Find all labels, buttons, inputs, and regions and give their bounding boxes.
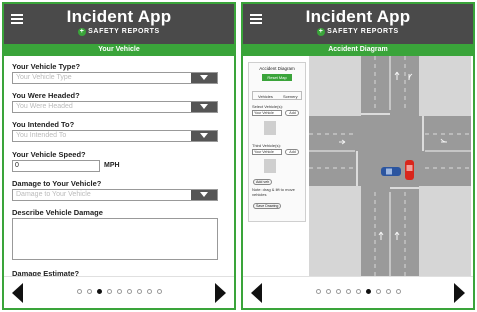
red-vehicle[interactable] (405, 160, 414, 180)
vehicle-thumbnail[interactable] (264, 121, 276, 135)
third-vehicle-label: Third Vehicle(s): (252, 143, 281, 148)
app-title: Incident App (66, 7, 172, 26)
page-dot[interactable] (156, 289, 162, 294)
app-subtitle-text: SAFETY REPORTS (88, 28, 160, 35)
plus-icon: + (317, 28, 326, 36)
tab-vehicles[interactable]: Vehicles (258, 94, 273, 99)
select-vehicle-label: Select Vehicle(s): (252, 104, 283, 109)
headed-label: You Were Headed? (12, 91, 80, 100)
vehicle-type-select[interactable]: Your Vehicle Type (12, 72, 218, 84)
add-veh-button[interactable]: Add veh (253, 179, 273, 185)
app-subtitle-text: SAFETY REPORTS (327, 28, 399, 35)
pager-bar (243, 276, 473, 308)
vehicle-form: Your Vehicle Type? Your Vehicle Type You… (4, 56, 234, 278)
page-dot[interactable] (355, 289, 361, 294)
page-dot[interactable] (96, 289, 102, 294)
vehicle-type-label: Your Vehicle Type? (12, 62, 81, 71)
vehicle-thumbnail[interactable] (264, 159, 276, 173)
damage-placeholder: Damage to Your Vehicle (16, 191, 91, 198)
app-subtitle: + SAFETY REPORTS (4, 28, 234, 36)
page-dot[interactable] (116, 289, 122, 294)
describe-damage-label: Describe Vehicle Damage (12, 208, 103, 217)
page-dot[interactable] (146, 289, 152, 294)
describe-damage-textarea[interactable] (12, 218, 218, 260)
headed-select[interactable]: You Were Headed (12, 101, 218, 113)
page-dot[interactable] (395, 289, 401, 294)
plus-icon: + (78, 28, 87, 36)
page-dot[interactable] (86, 289, 92, 294)
page-indicator (4, 289, 234, 294)
page-dot[interactable] (365, 289, 371, 294)
page-indicator (243, 289, 473, 294)
pager-bar (4, 276, 234, 308)
vehicle-type-placeholder: Your Vehicle Type (16, 74, 72, 81)
save-drawing-button[interactable]: Save Drawing (253, 203, 282, 209)
damage-select[interactable]: Damage to Your Vehicle (12, 189, 218, 201)
intersection-map[interactable] (309, 56, 471, 278)
app-header: Incident App + SAFETY REPORTS (243, 4, 473, 44)
page-dot[interactable] (325, 289, 331, 294)
section-title: Accident Diagram (243, 44, 473, 56)
diagram-side-panel: Accident Diagram Reset Map Vehicles Scen… (248, 62, 306, 222)
headed-placeholder: You Were Headed (16, 103, 73, 110)
page-dot[interactable] (136, 289, 142, 294)
panel-title: Accident Diagram (259, 66, 295, 71)
page-dot[interactable] (385, 289, 391, 294)
page-dot[interactable] (315, 289, 321, 294)
chevron-down-icon[interactable] (191, 190, 217, 200)
screenshot-stage: Incident App + SAFETY REPORTS Your Vehicl… (0, 0, 477, 312)
add-third-vehicle-button[interactable]: Add (285, 149, 299, 155)
triangle-right-icon[interactable] (454, 283, 465, 303)
page-dot[interactable] (106, 289, 112, 294)
intended-placeholder: You Intended To (16, 132, 67, 139)
diagram-area: Accident Diagram Reset Map Vehicles Scen… (243, 56, 473, 278)
app-title: Incident App (305, 7, 411, 26)
page-dot[interactable] (335, 289, 341, 294)
page-dot[interactable] (345, 289, 351, 294)
speed-input[interactable]: 0 (12, 160, 100, 172)
app-header: Incident App + SAFETY REPORTS (4, 4, 234, 44)
panel-tabs: Vehicles Scenery (252, 91, 302, 100)
intended-select[interactable]: You Intended To (12, 130, 218, 142)
section-title: Your Vehicle (4, 44, 234, 56)
chevron-down-icon[interactable] (191, 131, 217, 141)
chevron-down-icon[interactable] (191, 102, 217, 112)
app-subtitle: + SAFETY REPORTS (243, 28, 473, 36)
page-dot[interactable] (76, 289, 82, 294)
phone-screen-accident-diagram: Incident App + SAFETY REPORTS Accident Di… (241, 2, 475, 310)
speed-unit: MPH (104, 162, 120, 169)
select-vehicle-dropdown[interactable]: Your Vehicle (252, 110, 282, 116)
chevron-down-icon[interactable] (191, 73, 217, 83)
speed-label: Your Vehicle Speed? (12, 150, 86, 159)
triangle-right-icon[interactable] (215, 283, 226, 303)
panel-note: Note: drag & lift to move vehicles (252, 187, 295, 197)
tab-scenery[interactable]: Scenery (283, 94, 298, 99)
intended-label: You Intended To? (12, 120, 75, 129)
phone-screen-your-vehicle: Incident App + SAFETY REPORTS Your Vehicl… (2, 2, 236, 310)
damage-label: Damage to Your Vehicle? (12, 179, 102, 188)
page-dot[interactable] (126, 289, 132, 294)
reset-map-button[interactable]: Reset Map (262, 74, 292, 81)
add-vehicle-button[interactable]: Add (285, 110, 299, 116)
page-dot[interactable] (375, 289, 381, 294)
third-vehicle-dropdown[interactable]: Your Vehicle (252, 149, 282, 155)
blue-vehicle[interactable] (381, 167, 401, 176)
